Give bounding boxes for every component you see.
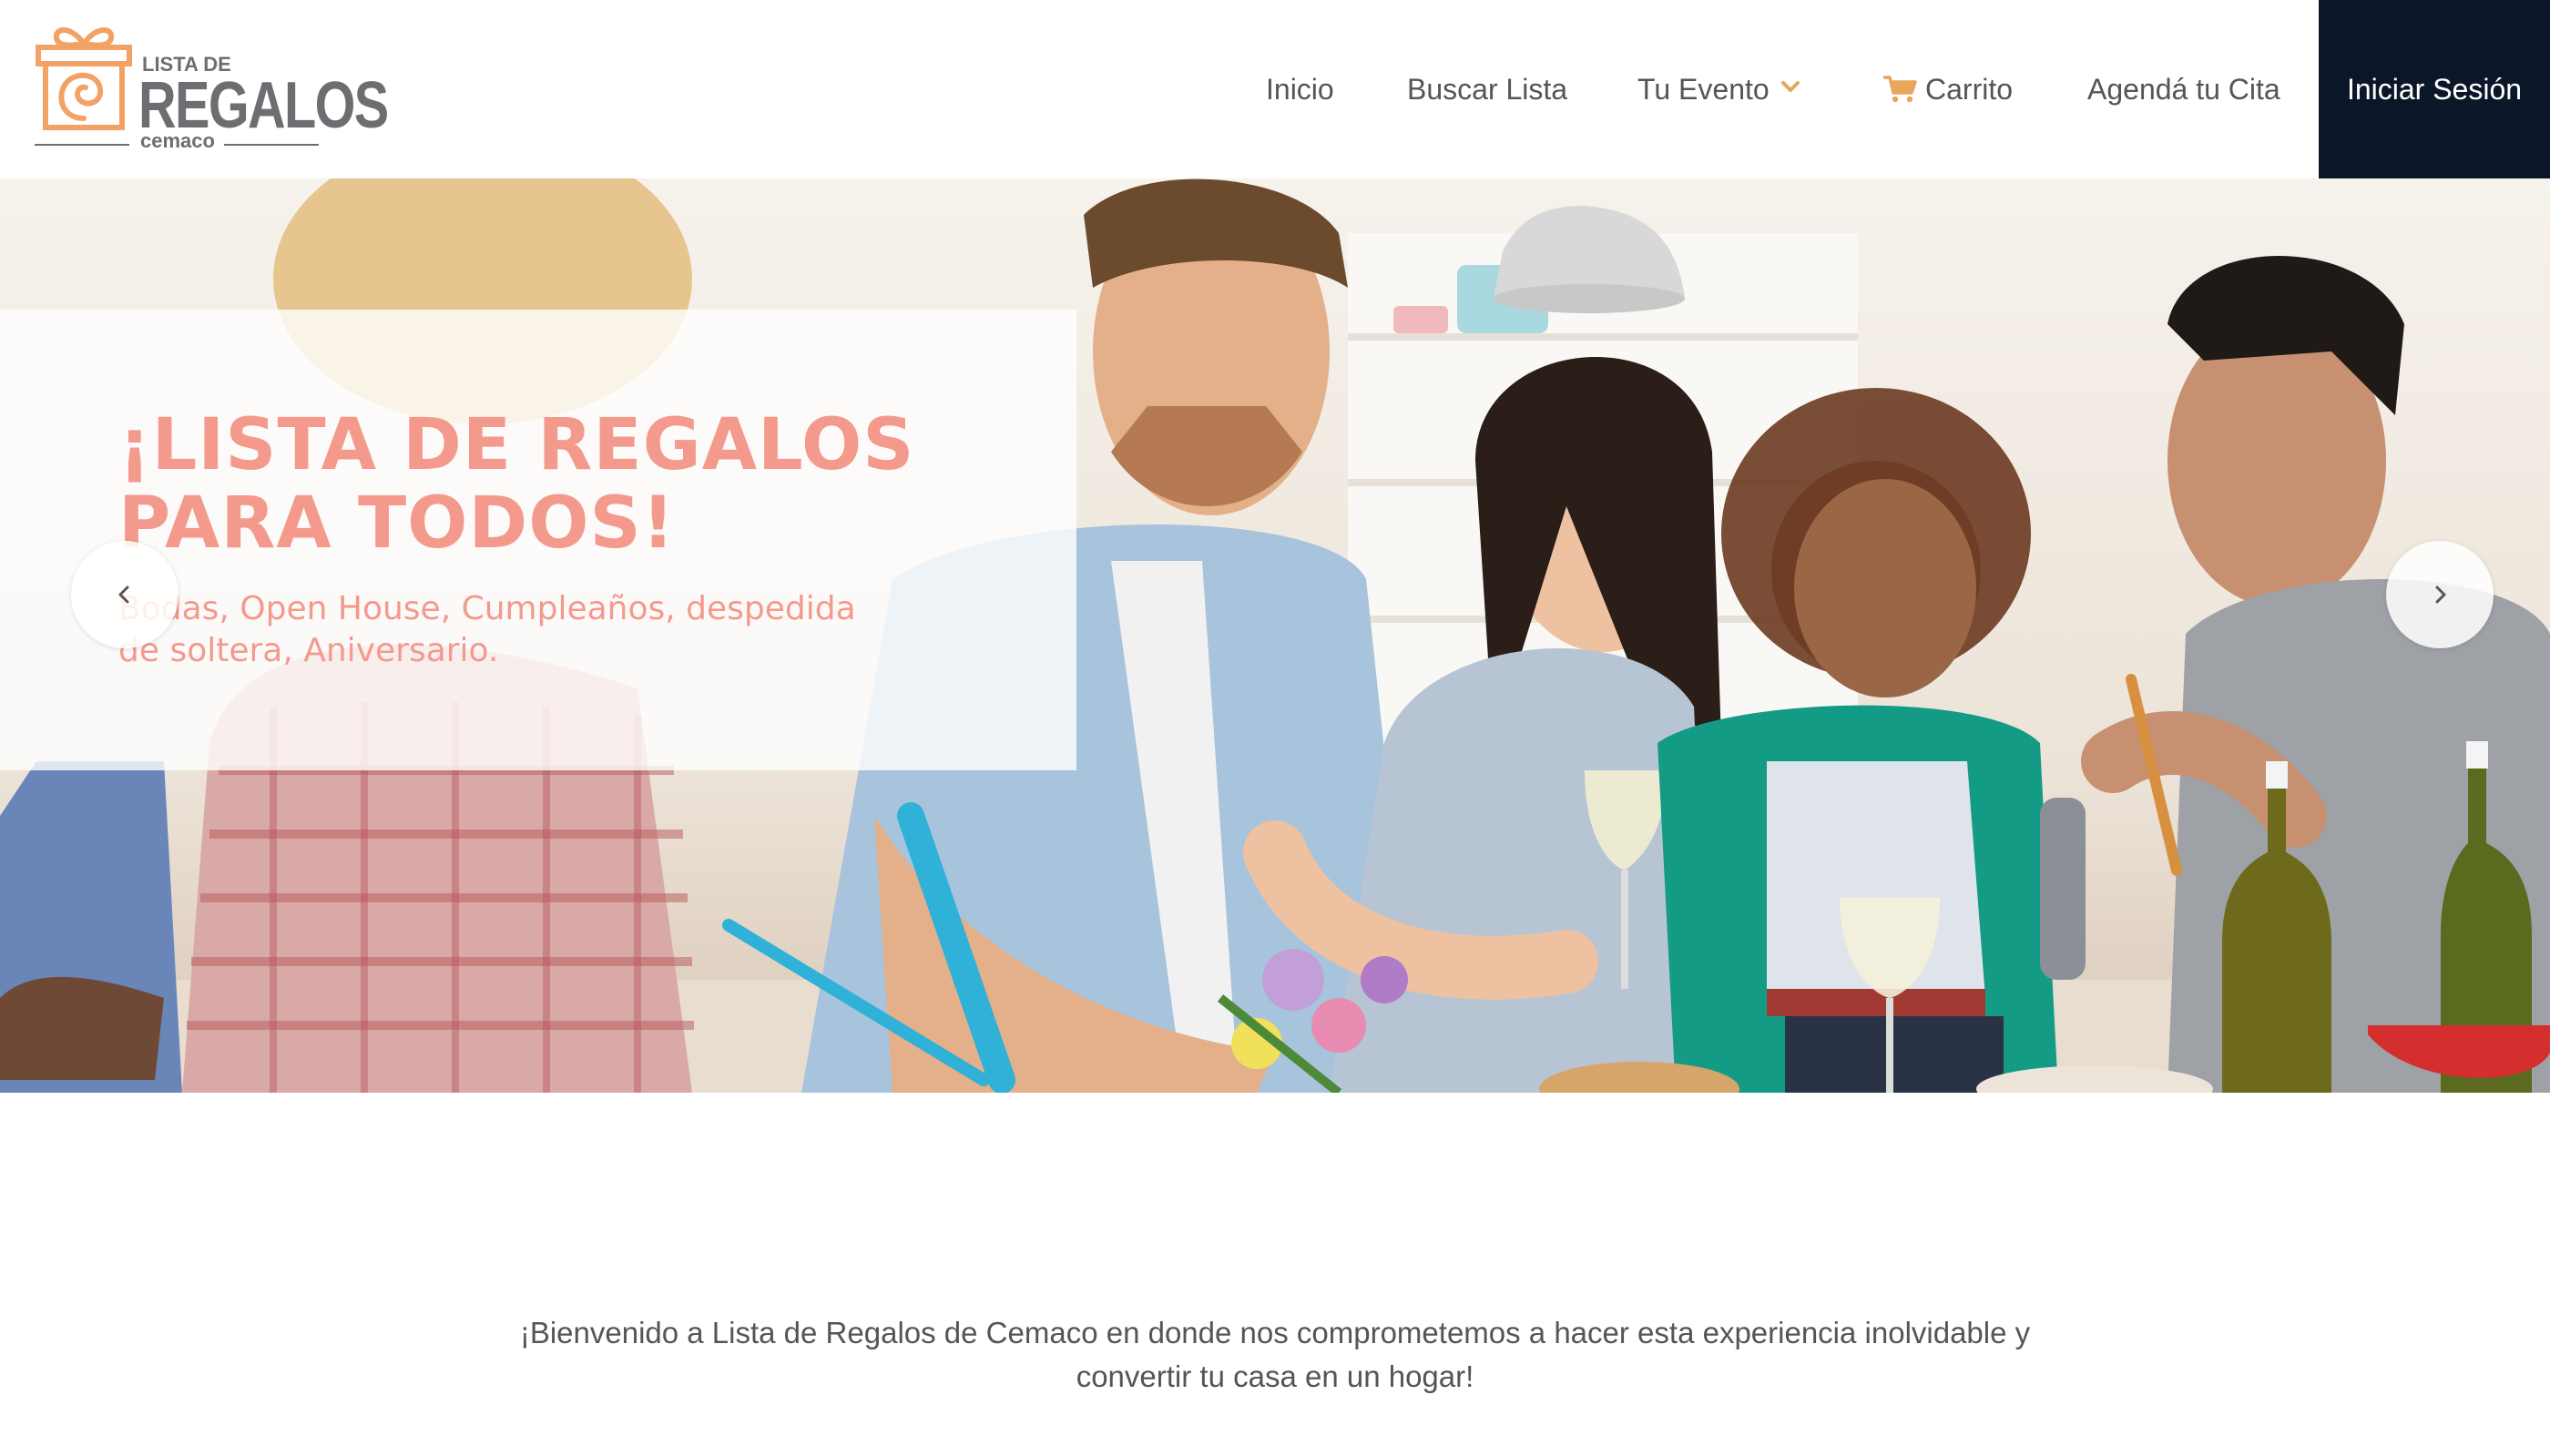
hero-subtitle: Bodas, Open House, Cumpleaños, despedida… (118, 590, 856, 669)
hero-carousel: ¡LISTA DE REGALOS PARA TODOS! Bodas, Ope… (0, 178, 2550, 1093)
nav-item-inicio[interactable]: Inicio (1266, 0, 1334, 178)
hero-title: ¡LISTA DE REGALOS PARA TODOS! (118, 404, 915, 565)
main-nav: Inicio Buscar Lista Tu Evento Carrito Ag… (0, 0, 2550, 178)
nav-label: Agendá tu Cita (2087, 72, 2280, 106)
nav-label: Buscar Lista (1407, 72, 1568, 106)
chevron-left-icon (118, 585, 129, 604)
welcome-text: ¡Bienvenido a Lista de Regalos de Cemaco… (519, 1316, 2031, 1393)
carousel-next-button[interactable] (2386, 541, 2494, 648)
carousel-prev-button[interactable] (71, 541, 178, 648)
nav-label: Carrito (1925, 72, 2014, 106)
login-button[interactable]: Iniciar Sesión (2319, 0, 2550, 178)
nav-item-tu-evento[interactable]: Tu Evento (1637, 0, 1800, 178)
site-header: LISTA DE REGALOS cemaco Inicio Buscar Li… (0, 0, 2550, 178)
chevron-down-icon (1780, 81, 1800, 92)
nav-label: Tu Evento (1637, 72, 1770, 106)
cart-icon (1883, 76, 1917, 103)
nav-item-carrito[interactable]: Carrito (1883, 0, 2013, 178)
nav-item-buscar-lista[interactable]: Buscar Lista (1407, 0, 1567, 178)
chevron-right-icon (2435, 585, 2446, 604)
nav-item-agenda-cita[interactable]: Agendá tu Cita (2087, 0, 2280, 178)
nav-label: Inicio (1266, 72, 1334, 106)
